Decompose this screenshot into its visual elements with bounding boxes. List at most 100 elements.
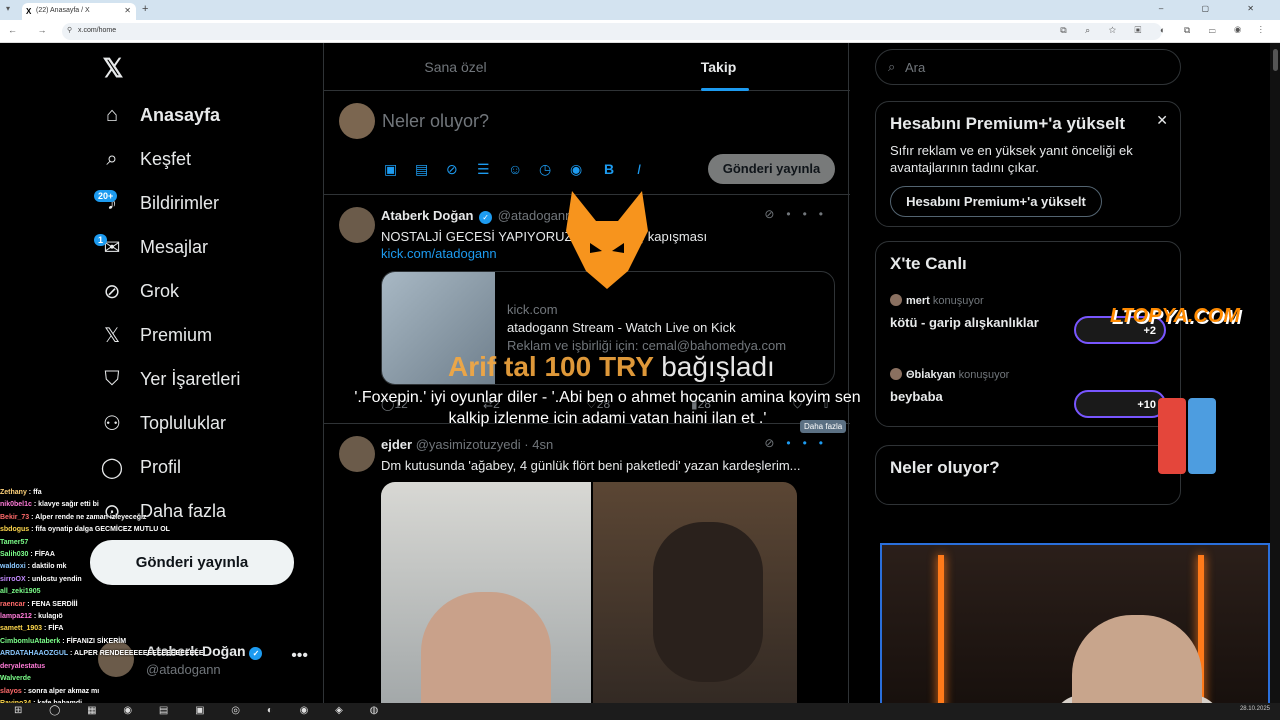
chat-text: daktilo mk bbox=[31, 563, 67, 571]
avatar[interactable] bbox=[339, 436, 375, 472]
more-dots-icon[interactable]: ••• bbox=[786, 207, 835, 221]
tab-menu-icon[interactable]: ▾ bbox=[6, 4, 10, 13]
submit-post-button[interactable]: Gönderi yayınla bbox=[708, 154, 835, 184]
chat-message: waldoxi : daktilo mk bbox=[0, 563, 67, 571]
nav-item-3[interactable]: ✉ 1 Mesajlar bbox=[94, 227, 209, 267]
live-on-x: X'te Canlı mert konuşuyor kötü - garip a… bbox=[875, 241, 1181, 427]
home-icon: ⌂ bbox=[105, 103, 119, 126]
chat-username: Bekir_73 bbox=[0, 513, 30, 521]
chat-username: lampa212 bbox=[0, 613, 32, 621]
nav-item-label: Mesajlar bbox=[140, 236, 209, 257]
live-title: X'te Canlı bbox=[890, 254, 967, 273]
chat-text: Alper rende ne zaman izleyeceğiz bbox=[35, 513, 147, 521]
taskbar-icons[interactable]: ⊞ ◯ ▦ ◉ ▤ ▣ ◎ ◐ ◉ ◈ ◍ bbox=[14, 705, 390, 716]
notification-badge: 20+ bbox=[94, 190, 118, 202]
chat-message: samett_1903 : FİFA bbox=[0, 625, 64, 633]
notification-badge: 1 bbox=[94, 234, 108, 246]
nav-item-label: Premium bbox=[140, 324, 213, 345]
chat-username: waldoxi bbox=[0, 563, 26, 571]
premium-description: Sıfır reklam ve en yüksek yanıt önceliği… bbox=[890, 143, 1133, 175]
poll-icon[interactable]: ☰ bbox=[477, 161, 490, 178]
tab-for-you[interactable]: Sana özel bbox=[324, 43, 587, 91]
gif-icon[interactable]: ▤ bbox=[415, 161, 428, 178]
nav-item-1[interactable]: ⌕ Keşfet bbox=[98, 139, 191, 179]
chat-username: Walverde bbox=[0, 675, 31, 683]
chat-username: sirroOX bbox=[0, 575, 26, 583]
stream-chat: Zethany : ffa nik0bel1c : klavye sağır et… bbox=[0, 487, 250, 703]
nav-item-8[interactable]: ◯ Profil bbox=[98, 447, 181, 487]
tweet-author-name[interactable]: Ataberk Doğan bbox=[381, 208, 473, 223]
chat-username: samett_1903 bbox=[0, 625, 43, 633]
x-icon: 𝕏 bbox=[103, 324, 121, 347]
image-icon[interactable]: ▣ bbox=[384, 161, 397, 178]
tweet-header: ejder @yasimizotuzyedi · 4sn bbox=[381, 437, 553, 452]
nav-item-label: Topluluklar bbox=[140, 412, 227, 433]
chat-message: slayos : sonra alper akmaz mı bbox=[0, 687, 100, 695]
schedule-icon[interactable]: ◷ bbox=[539, 161, 551, 178]
search-icon: ⌕ bbox=[888, 59, 896, 74]
tweet-media[interactable] bbox=[381, 482, 797, 703]
chat-username: nik0bel1c bbox=[0, 501, 32, 509]
premium-title: Hesabını Premium+'a yükselt bbox=[890, 114, 1126, 133]
emoji-icon[interactable]: ☺ bbox=[508, 161, 522, 177]
grok-icon: ⊘ bbox=[103, 280, 121, 303]
window-controls[interactable]: – ▢ ✕ bbox=[1159, 4, 1272, 13]
tweet[interactable]: ejder @yasimizotuzyedi · 4sn ⊘••• Dm kut… bbox=[324, 424, 850, 703]
nav-item-label: Keşfet bbox=[140, 148, 192, 169]
nav-item-label: Yer İşaretleri bbox=[140, 368, 241, 389]
close-icon[interactable]: ✕ bbox=[1156, 112, 1168, 129]
chat-message: raencar : FENA SERDİİİ bbox=[0, 600, 78, 608]
avatar bbox=[890, 368, 902, 380]
donation-alert: Arif tal 100 TRY bağışladı bbox=[448, 351, 775, 382]
chat-message: Salih030 : FİFAA bbox=[0, 551, 55, 559]
nav-item-label: Anasayfa bbox=[140, 104, 221, 125]
avatar[interactable] bbox=[339, 207, 375, 243]
tab-title: (22) Anasayfa / X bbox=[36, 7, 90, 14]
people-icon: ⚇ bbox=[103, 412, 121, 435]
webcam-overlay bbox=[880, 543, 1270, 703]
avatar bbox=[339, 103, 375, 139]
close-tab-icon[interactable]: ✕ bbox=[124, 6, 131, 15]
location-icon[interactable]: ◉ bbox=[570, 161, 582, 178]
grok-icon[interactable]: ⊘ bbox=[446, 161, 458, 178]
chat-text: klavye sağır etti bi bbox=[38, 501, 99, 509]
search-input[interactable]: ⌕ Ara bbox=[875, 49, 1181, 85]
more-dots-icon[interactable]: ••• bbox=[291, 647, 308, 665]
tweet-author-name[interactable]: ejder bbox=[381, 437, 412, 452]
x-logo-icon[interactable]: 𝕏 bbox=[98, 53, 128, 83]
url-field[interactable]: ⚲ x.com/home bbox=[62, 23, 1162, 40]
italic-icon[interactable]: I bbox=[637, 161, 641, 177]
nav-item-label: Profil bbox=[140, 456, 182, 477]
tab-following[interactable]: Takip bbox=[587, 43, 850, 91]
bookmark-icon: ⛉ bbox=[104, 367, 120, 390]
chat-text: FİFANIZI SİKERİM bbox=[66, 637, 127, 645]
chat-text: fifa oynatip dalga GECMİCEZ MUTLU OL bbox=[35, 526, 170, 534]
card-title: atadogann Stream - Watch Live on Kick bbox=[507, 320, 736, 335]
bold-icon[interactable]: B bbox=[604, 161, 614, 177]
grok-icon[interactable]: ⊘ bbox=[764, 207, 786, 221]
more-dots-icon[interactable]: ••• bbox=[786, 436, 835, 450]
nav-item-4[interactable]: ⊘ Grok bbox=[98, 271, 179, 311]
nav-item-5[interactable]: 𝕏 Premium bbox=[98, 315, 212, 355]
browser-tab[interactable]: X (22) Anasayfa / X ✕ bbox=[22, 3, 136, 20]
energy-drink-image bbox=[1158, 398, 1218, 474]
compose-input[interactable]: Neler oluyor? bbox=[382, 111, 489, 132]
tweet-actions-top: ⊘••• bbox=[764, 207, 835, 221]
fox-logo bbox=[566, 191, 648, 289]
nav-item-0[interactable]: ⌂ Anasayfa bbox=[98, 95, 220, 135]
nav-item-label: Bildirimler bbox=[140, 192, 220, 213]
grok-icon[interactable]: ⊘ bbox=[764, 436, 786, 450]
site-info-icon[interactable]: ⚲ bbox=[67, 26, 72, 34]
listener-avatars: +10 bbox=[1074, 390, 1166, 418]
chat-text: ffa bbox=[33, 489, 42, 496]
tweet-author-handle[interactable]: @yasimizotuzyedi · 4sn bbox=[416, 437, 553, 452]
new-tab-icon[interactable]: + bbox=[142, 3, 148, 15]
browser-toolbar-icons[interactable]: ⧉ ⌕ ☆ ▣ ◐ ⧉ ▭ ◉ ⋮ bbox=[1060, 25, 1270, 36]
verified-icon: ✓ bbox=[249, 647, 263, 660]
nav-item-2[interactable]: ♪ 20+ Bildirimler bbox=[94, 183, 220, 223]
nav-item-6[interactable]: ⛉ Yer İşaretleri bbox=[98, 359, 241, 399]
upgrade-button[interactable]: Hesabını Premium+'a yükselt bbox=[890, 186, 1102, 217]
tweet-author-handle[interactable]: @atadogann bbox=[498, 208, 573, 223]
nav-item-7[interactable]: ⚇ Topluluklar bbox=[98, 403, 226, 443]
scrollbar[interactable] bbox=[1270, 43, 1280, 703]
